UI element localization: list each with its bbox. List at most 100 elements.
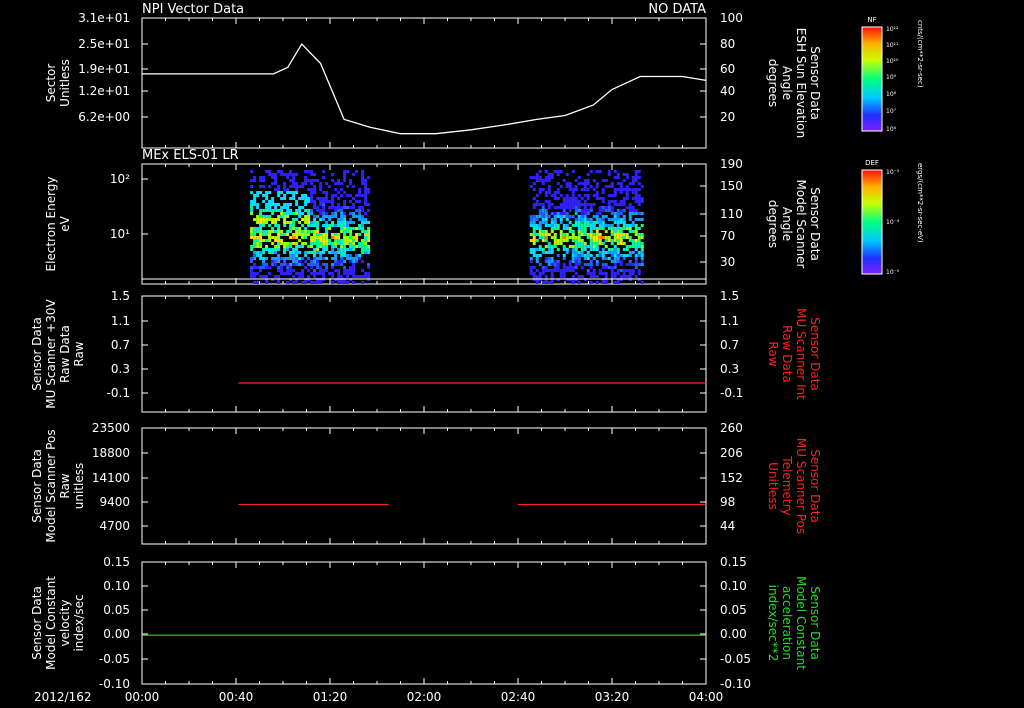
heatmap-cell [568,185,572,188]
heatmap-cell [640,233,644,236]
heatmap-cell [313,236,317,239]
heatmap-cell [364,242,368,245]
heatmap-cell [592,242,596,245]
heatmap-cell [307,230,311,233]
heatmap-cell [274,221,278,224]
heatmap-cell [295,242,299,245]
heatmap-cell [538,230,542,233]
heatmap-cell [580,233,584,236]
heatmap-cell [256,236,260,239]
heatmap-cell [613,275,617,278]
heatmap-cell [250,200,254,203]
heatmap-cell [574,188,578,191]
heatmap-cell [358,188,362,191]
heatmap-cell [253,176,257,179]
heatmap-cell [355,227,359,230]
heatmap-cell [631,251,635,254]
heatmap-cell [364,197,368,200]
heatmap-cell [259,218,263,221]
heatmap-cell [571,230,575,233]
heatmap-cell [352,236,356,239]
heatmap-cell [298,275,302,278]
heatmap-cell [325,227,329,230]
heatmap-cell [562,212,566,215]
colorbar-nf-tick: 10¹² [886,26,899,33]
heatmap-cell [253,230,257,233]
heatmap-cell [301,197,305,200]
heatmap-cell [595,233,599,236]
heatmap-cell [577,233,581,236]
heatmap-cell [343,260,347,263]
heatmap-cell [529,224,533,227]
x-tick-label: 02:40 [501,690,536,704]
heatmap-cell [310,197,314,200]
heatmap-cell [358,218,362,221]
heatmap-cell [295,182,299,185]
heatmap-cell [364,272,368,275]
heatmap-cell [298,233,302,236]
heatmap-cell [331,212,335,215]
heatmap-cell [310,179,314,182]
heatmap-cell [253,257,257,260]
heatmap-cell [544,281,548,284]
heatmap-cell [286,206,290,209]
heatmap-cell [277,191,281,194]
heatmap-cell [571,206,575,209]
heatmap-cell [598,242,602,245]
y-tick-label-right: 190 [720,157,743,171]
heatmap-cell [562,233,566,236]
heatmap-cell [604,224,608,227]
heatmap-cell [268,209,272,212]
x-tick-label: 00:00 [125,690,160,704]
heatmap-cell [304,281,308,284]
heatmap-cell [334,260,338,263]
heatmap-cell [331,245,335,248]
heatmap-cell [613,215,617,218]
heatmap-cell [616,221,620,224]
heatmap-cell [343,224,347,227]
heatmap-cell [334,215,338,218]
heatmap-cell [574,203,578,206]
heatmap-cell [613,227,617,230]
heatmap-cell [355,239,359,242]
heatmap-cell [634,275,638,278]
heatmap-cell [355,209,359,212]
heatmap-cell [550,275,554,278]
heatmap-cell [577,182,581,185]
heatmap-cell [304,194,308,197]
heatmap-cell [304,230,308,233]
heatmap-cell [310,230,314,233]
heatmap-cell [346,281,350,284]
heatmap-cell [307,245,311,248]
heatmap-cell [532,266,536,269]
heatmap-cell [625,269,629,272]
heatmap-cell [595,212,599,215]
heatmap-cell [538,188,542,191]
heatmap-cell [589,221,593,224]
heatmap-cell [571,239,575,242]
heatmap-cell [607,194,611,197]
heatmap-cell [289,242,293,245]
y-axis-label-left: Unitless [58,59,72,107]
heatmap-cell [574,251,578,254]
heatmap-cell [262,209,266,212]
heatmap-cell [541,230,545,233]
heatmap-cell [337,281,341,284]
heatmap-cell [268,230,272,233]
heatmap-cell [349,200,353,203]
heatmap-cell [601,257,605,260]
heatmap-cell [352,185,356,188]
heatmap-cell [538,248,542,251]
heatmap-cell [358,191,362,194]
heatmap-cell [553,245,557,248]
heatmap-cell [613,266,617,269]
heatmap-cell [610,227,614,230]
heatmap-cell [316,230,320,233]
heatmap-cell [292,242,296,245]
heatmap-cell [568,263,572,266]
heatmap-cell [316,179,320,182]
heatmap-cell [538,221,542,224]
heatmap-cell [271,257,275,260]
heatmap-cell [580,266,584,269]
heatmap-cell [613,257,617,260]
